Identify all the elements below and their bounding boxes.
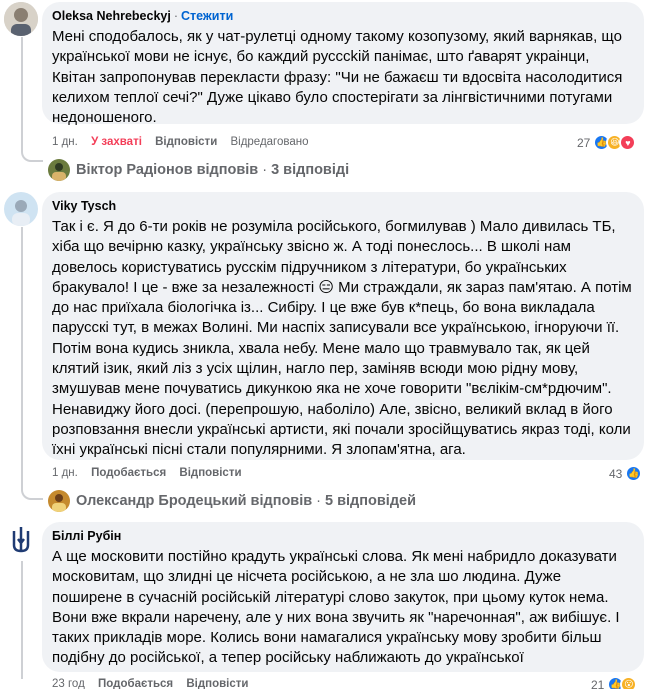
- author-name[interactable]: Oleksa Nehrebeckyj: [52, 9, 171, 23]
- thread-line: [21, 561, 23, 679]
- comment-actions: 1 дн. У захваті Відповісти Відредаговано: [52, 136, 319, 148]
- author-name[interactable]: Біллі Рубін: [52, 529, 121, 543]
- edited-label: Відредаговано: [230, 136, 309, 148]
- avatar: [48, 159, 70, 181]
- reply-preview-name: Олександр Бродецький відповів: [76, 493, 313, 509]
- avatar[interactable]: [4, 192, 38, 226]
- thread-line: [21, 227, 23, 482]
- avatar: [48, 490, 70, 512]
- comment-bubble: Oleksa Nehrebeckyj · Стежити Мені сподобал…: [42, 2, 644, 126]
- reaction-summary[interactable]: 43 👍: [609, 465, 643, 482]
- thread-connector: [21, 482, 43, 500]
- like-button[interactable]: Подобається: [91, 467, 166, 479]
- timestamp[interactable]: 23 год: [52, 678, 85, 689]
- reaction-summary[interactable]: 21 👍 😮: [591, 676, 638, 689]
- reply-button[interactable]: Відповісти: [155, 136, 217, 148]
- reaction-count: 43: [609, 466, 623, 481]
- comment-actions: 1 дн. Подобається Відповісти: [52, 467, 252, 479]
- author-name[interactable]: Viky Tysch: [52, 199, 116, 213]
- avatar[interactable]: [4, 2, 38, 36]
- heart-icon: ♥: [619, 134, 637, 151]
- timestamp[interactable]: 1 дн.: [52, 467, 78, 479]
- comment-text: Мені сподобалось, як у чат-рулетці одном…: [52, 28, 623, 127]
- comment-bubble: Біллі Рубін А ще московити постійно крад…: [42, 522, 644, 672]
- comment-actions: 23 год Подобається Відповісти: [52, 678, 258, 689]
- follow-button[interactable]: Стежити: [181, 9, 233, 23]
- view-replies-link[interactable]: Олександр Бродецький відповів · 5 відповід…: [48, 490, 416, 512]
- thumbs-up-icon: 👍: [625, 465, 643, 482]
- laughing-face-icon: 😮: [620, 676, 638, 689]
- reply-count: 5 відповідей: [325, 493, 416, 509]
- reaction-button[interactable]: У захваті: [91, 136, 142, 148]
- comment-text: Так і є. Я до 6-ти років не розуміла рос…: [52, 218, 632, 459]
- thread-line: [21, 37, 23, 144]
- reply-preview-name: Віктор Радіонов відповів: [76, 162, 259, 178]
- timestamp[interactable]: 1 дн.: [52, 136, 78, 148]
- reaction-count: 21: [591, 677, 605, 689]
- reply-count: 3 відповіді: [271, 162, 350, 178]
- avatar[interactable]: [4, 523, 38, 557]
- thread-connector: [21, 144, 43, 162]
- comment-text: А ще московити постійно крадуть українсь…: [52, 548, 620, 667]
- reply-button[interactable]: Відповісти: [186, 678, 248, 689]
- reply-button[interactable]: Відповісти: [179, 467, 241, 479]
- comment-bubble: Viky Tysch Так і є. Я до 6-ти років не р…: [42, 192, 644, 460]
- view-replies-link[interactable]: Віктор Радіонов відповів · 3 відповіді: [48, 159, 349, 181]
- reaction-count: 27: [577, 135, 591, 150]
- reaction-summary[interactable]: 27 👍 😆 ♥: [577, 134, 637, 151]
- like-button[interactable]: Подобається: [98, 678, 173, 689]
